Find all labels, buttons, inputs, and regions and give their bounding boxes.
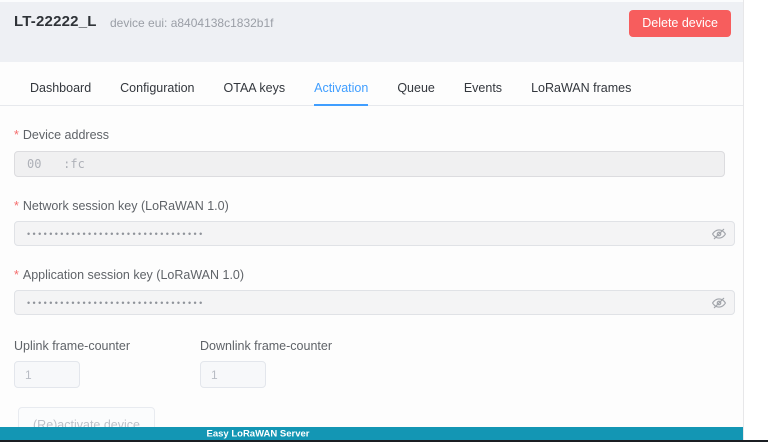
required-marker: * [14, 128, 19, 142]
tab-queue[interactable]: Queue [397, 81, 435, 105]
network-session-key-field [14, 221, 735, 246]
tab-dashboard[interactable]: Dashboard [30, 81, 91, 105]
uplink-frame-counter-label: Uplink frame-counter [14, 339, 200, 353]
network-session-key-input[interactable] [14, 221, 735, 246]
footer-bar: Easy LoRaWAN Server [0, 427, 743, 440]
eye-off-icon[interactable] [712, 296, 726, 310]
tab-configuration[interactable]: Configuration [120, 81, 194, 105]
device-address-label-text: Device address [23, 128, 109, 142]
required-marker: * [14, 199, 19, 213]
application-session-key-field [14, 290, 735, 315]
device-name: LT-22222_L [14, 13, 97, 30]
device-eui: device eui: a8404138c1832b1f [110, 16, 273, 30]
network-session-key-label-text: Network session key (LoRaWAN 1.0) [23, 199, 229, 213]
required-marker: * [14, 268, 19, 282]
tab-lorawan-frames[interactable]: LoRaWAN frames [531, 81, 631, 105]
device-tabs: Dashboard Configuration OTAA keys Activa… [0, 62, 743, 106]
right-edge-rail [743, 0, 768, 440]
activation-form: * Device address * Network session key (Lo… [0, 128, 743, 442]
tab-otaa-keys[interactable]: OTAA keys [224, 81, 286, 105]
device-activation-page: LT-22222_L device eui: a8404138c1832b1f … [0, 0, 768, 442]
device-address-input[interactable] [14, 151, 725, 177]
uplink-frame-counter-field: Uplink frame-counter [14, 339, 200, 388]
footer-brand-text: Easy LoRaWAN Server [207, 428, 310, 439]
device-header: LT-22222_L device eui: a8404138c1832b1f … [0, 0, 743, 62]
tab-events[interactable]: Events [464, 81, 502, 105]
device-address-label: * Device address [14, 128, 729, 142]
application-session-key-label-text: Application session key (LoRaWAN 1.0) [23, 268, 244, 282]
downlink-frame-counter-input[interactable] [200, 361, 266, 388]
tab-activation[interactable]: Activation [314, 81, 368, 106]
uplink-frame-counter-input[interactable] [14, 361, 80, 388]
network-session-key-label: * Network session key (LoRaWAN 1.0) [14, 199, 729, 213]
delete-device-button[interactable]: Delete device [629, 10, 731, 37]
activation-panel: Dashboard Configuration OTAA keys Activa… [0, 62, 743, 427]
eye-off-icon[interactable] [712, 227, 726, 241]
frame-counters-row: Uplink frame-counter Downlink frame-coun… [14, 339, 729, 388]
downlink-frame-counter-field: Downlink frame-counter [200, 339, 386, 388]
application-session-key-input[interactable] [14, 290, 735, 315]
downlink-frame-counter-label: Downlink frame-counter [200, 339, 386, 353]
application-session-key-label: * Application session key (LoRaWAN 1.0) [14, 268, 729, 282]
